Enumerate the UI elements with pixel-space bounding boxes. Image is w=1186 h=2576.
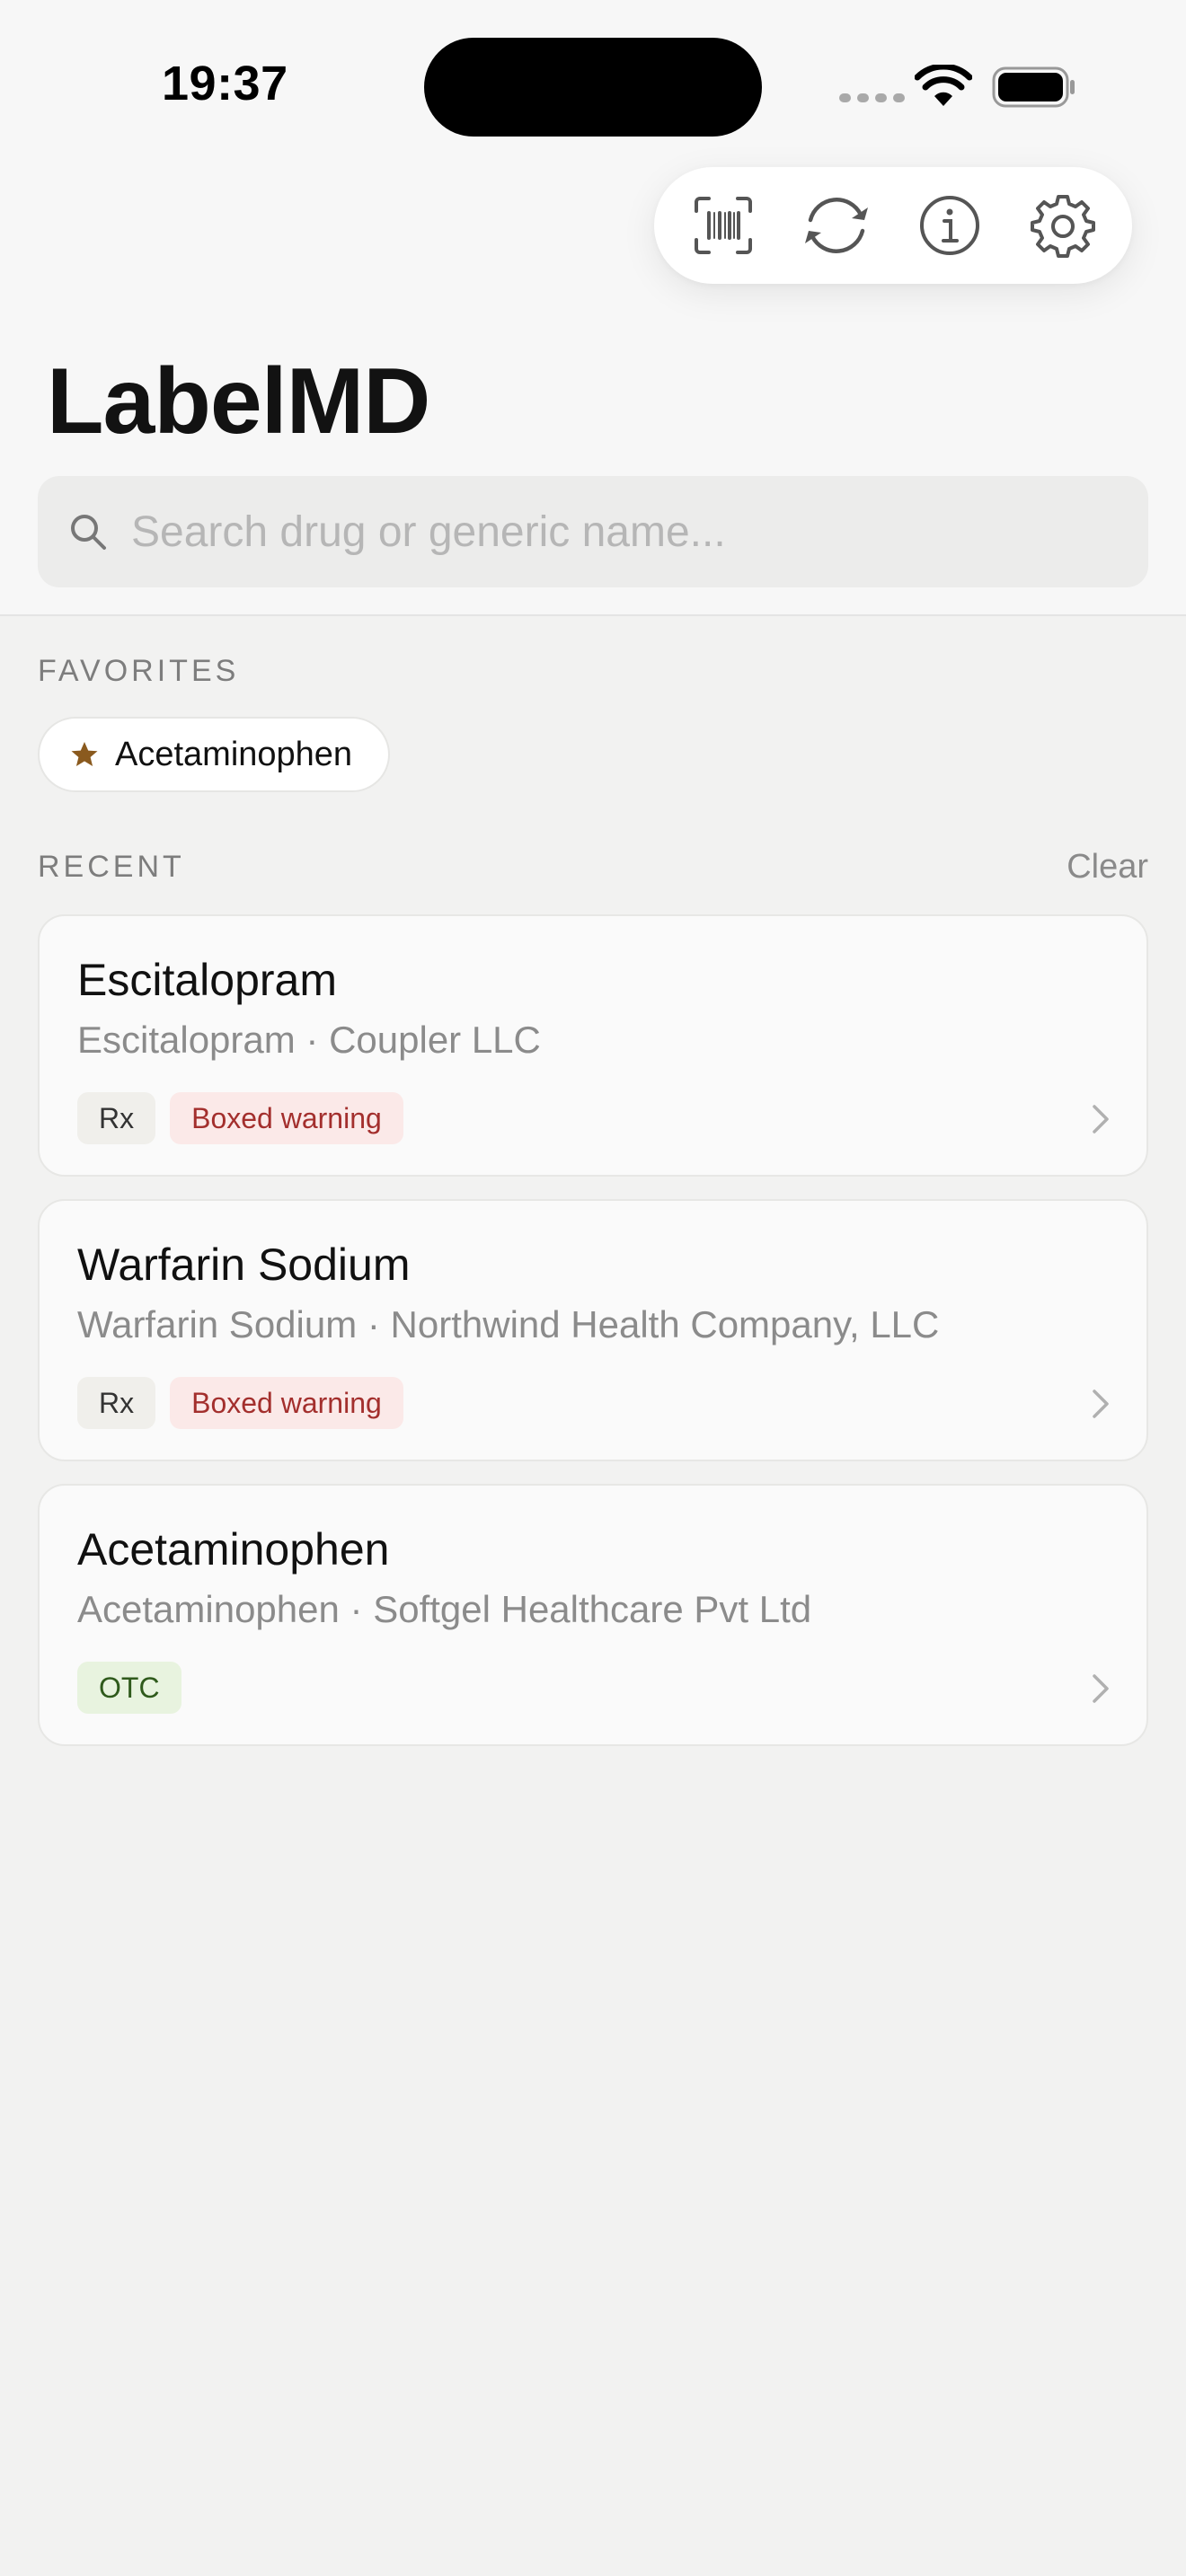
favorite-chip-label: Acetaminophen: [115, 735, 353, 773]
barcode-scan-icon: [695, 197, 752, 254]
clear-recent-button[interactable]: Clear: [1067, 848, 1148, 887]
scan-barcode-button[interactable]: [678, 181, 768, 270]
header-area: 19:37 LabelMD Search drug or generic nam…: [0, 0, 1186, 616]
drug-subtitle: Acetaminophen · Softgel Healthcare Pvt L…: [77, 1588, 812, 1630]
recent-item-card[interactable]: Warfarin Sodium Warfarin Sodium · Northw…: [38, 1199, 1148, 1461]
recent-item-card[interactable]: Escitalopram Escitalopram · Coupler LLC …: [38, 914, 1148, 1177]
search-input[interactable]: [131, 507, 1120, 557]
gear-icon: [1031, 195, 1095, 258]
info-icon: [920, 196, 979, 255]
drug-subtitle: Escitalopram · Coupler LLC: [77, 1019, 541, 1061]
dynamic-island: [424, 38, 762, 137]
chevron-right-icon: [1093, 1105, 1109, 1134]
rx-badge: Rx: [77, 1377, 156, 1429]
settings-button[interactable]: [1018, 181, 1108, 270]
badge-group: Rx Boxed warning: [77, 1092, 403, 1144]
favorites-heading: FAVORITES: [38, 654, 240, 688]
drug-name: Warfarin Sodium: [77, 1239, 411, 1290]
toolbar: [654, 167, 1132, 284]
drug-name: Escitalopram: [77, 955, 337, 1005]
recent-heading: RECENT: [38, 850, 185, 884]
star-icon: [71, 742, 98, 766]
badge-group: OTC: [77, 1662, 181, 1714]
battery-icon: [992, 66, 1075, 108]
chevron-right-icon: [1093, 1389, 1109, 1418]
cellular-signal-icon: [839, 93, 905, 102]
chevron-right-icon: [1093, 1674, 1109, 1703]
sync-button[interactable]: [792, 181, 881, 270]
otc-badge: OTC: [77, 1662, 181, 1714]
sync-icon: [805, 198, 868, 253]
boxed-warning-badge: Boxed warning: [170, 1377, 403, 1429]
drug-name: Acetaminophen: [77, 1524, 390, 1575]
rx-badge: Rx: [77, 1092, 156, 1144]
page-title: LabelMD: [47, 349, 430, 454]
drug-subtitle: Warfarin Sodium · Northwind Health Compa…: [77, 1303, 940, 1345]
search-icon: [71, 515, 106, 550]
wifi-icon: [915, 65, 972, 106]
favorite-chip[interactable]: Acetaminophen: [38, 717, 391, 792]
info-button[interactable]: [905, 181, 995, 270]
search-bar[interactable]: [38, 476, 1148, 587]
boxed-warning-badge: Boxed warning: [170, 1092, 403, 1144]
badge-group: Rx Boxed warning: [77, 1377, 403, 1429]
status-time: 19:37: [162, 57, 288, 110]
recent-item-card[interactable]: Acetaminophen Acetaminophen · Softgel He…: [38, 1484, 1148, 1746]
